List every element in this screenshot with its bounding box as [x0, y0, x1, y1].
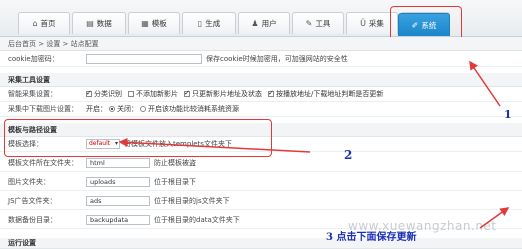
tab-label: 用户 — [261, 19, 277, 28]
option-text: 只更新影片地址及状态 — [192, 90, 262, 98]
image-folder-input[interactable]: uploads — [86, 177, 150, 187]
magnet-icon: Ü — [360, 19, 366, 28]
option-update-only[interactable]: 只更新影片地址及状态 — [184, 89, 262, 99]
option-no-new[interactable]: 不添加新影片 — [128, 89, 178, 99]
smart-collect-row: 智能采集设置： 分类识别 不添加新影片 只更新影片地址及状态 按播放地址/下载地… — [0, 87, 522, 102]
tab-label: 采集 — [368, 19, 384, 28]
annotation-number-2: 2 — [344, 148, 353, 162]
image-download-label: 采集中下载图片设置： — [8, 105, 78, 113]
breadcrumb: 后台首页 > 设置 > 站点配置 — [0, 37, 522, 51]
tab-label: 模板 — [151, 19, 167, 28]
tab-home[interactable]: ⌂ 首页 — [18, 12, 70, 34]
image-on-label: 开启： — [86, 105, 107, 113]
home-icon: ⌂ — [32, 19, 38, 28]
checkbox[interactable] — [268, 89, 274, 97]
backup-label: 数据备份目录： — [8, 216, 57, 224]
image-download-row: 采集中下载图片设置： 开启： 关闭： 开启该功能比较消耗系统资源 — [0, 102, 522, 117]
tab-tools[interactable]: ✎ 工具 — [292, 12, 344, 34]
document-icon: ▯ — [197, 19, 203, 28]
run-section-title: 运行设置 — [0, 238, 522, 249]
image-folder-hint: 位于根目录下 — [154, 178, 196, 186]
template-folder-row: 模板文件所在文件夹： html 防止模板被盗 — [0, 155, 522, 172]
cookie-row: cookie加密码： 保存cookie时候加密用，可加强网站的安全性 — [0, 52, 522, 67]
cookie-hint: 保存cookie时候加密用，可加强网站的安全性 — [206, 55, 348, 63]
tab-template[interactable]: ▦ 模板 — [128, 12, 180, 34]
js-ads-row: JS广告文件夹： ads 位于根目录的js文件夹下 — [0, 193, 522, 210]
js-ads-label: JS广告文件夹： — [8, 197, 57, 205]
option-text: 不添加新影片 — [136, 90, 178, 98]
database-icon: ▤ — [86, 19, 94, 28]
template-icon: ▦ — [141, 19, 149, 28]
template-folder-label: 模板文件所在文件夹： — [8, 159, 78, 167]
annotation-box-template — [4, 119, 272, 157]
annotation-save-hint: 3 点击下面保存更新 — [326, 232, 417, 243]
radio-off[interactable] — [140, 106, 146, 112]
option-text: 按播放地址/下载地址判断是否更新 — [276, 90, 384, 98]
tab-data[interactable]: ▤ 数据 — [72, 12, 126, 34]
checkbox[interactable] — [128, 91, 134, 97]
collect-section-title: 采集工具设置 — [0, 73, 522, 87]
option-text: 分类识别 — [94, 90, 122, 98]
tab-label: 生成 — [205, 19, 221, 28]
image-folder-row: 图片文件夹： uploads 位于根目录下 — [0, 174, 522, 191]
template-folder-hint: 防止模板被盗 — [154, 159, 196, 167]
tab-label: 工具 — [315, 19, 331, 28]
image-hint: 开启该功能比较消耗系统资源 — [148, 105, 239, 113]
tab-user[interactable]: ♟ 用户 — [238, 12, 290, 34]
radio-on[interactable] — [109, 106, 115, 112]
js-ads-hint: 位于根目录的js文件夹下 — [154, 197, 230, 205]
tab-label: 数据 — [96, 19, 112, 28]
option-by-url[interactable]: 按播放地址/下载地址判断是否更新 — [268, 89, 383, 99]
image-off-label: 关闭： — [117, 105, 138, 113]
annotation-number-1: 1 — [504, 108, 512, 121]
tab-label: 首页 — [40, 19, 56, 28]
user-icon: ♟ — [251, 19, 259, 28]
smart-collect-label: 智能采集设置： — [8, 90, 57, 98]
backup-input[interactable]: backupdata — [86, 215, 150, 225]
js-ads-input[interactable]: ads — [86, 196, 150, 206]
image-folder-label: 图片文件夹： — [8, 178, 50, 186]
tab-generate[interactable]: ▯ 生成 — [182, 12, 236, 34]
option-category[interactable]: 分类识别 — [86, 89, 122, 99]
cookie-key-input[interactable] — [86, 54, 202, 64]
checkbox[interactable] — [184, 89, 190, 97]
template-folder-input[interactable]: html — [86, 158, 150, 168]
cookie-label: cookie加密码： — [8, 55, 59, 63]
backup-hint: 位于根目录的data文件夹下 — [154, 216, 240, 224]
wrench-icon: ✎ — [305, 19, 313, 28]
checkbox[interactable] — [86, 89, 92, 97]
